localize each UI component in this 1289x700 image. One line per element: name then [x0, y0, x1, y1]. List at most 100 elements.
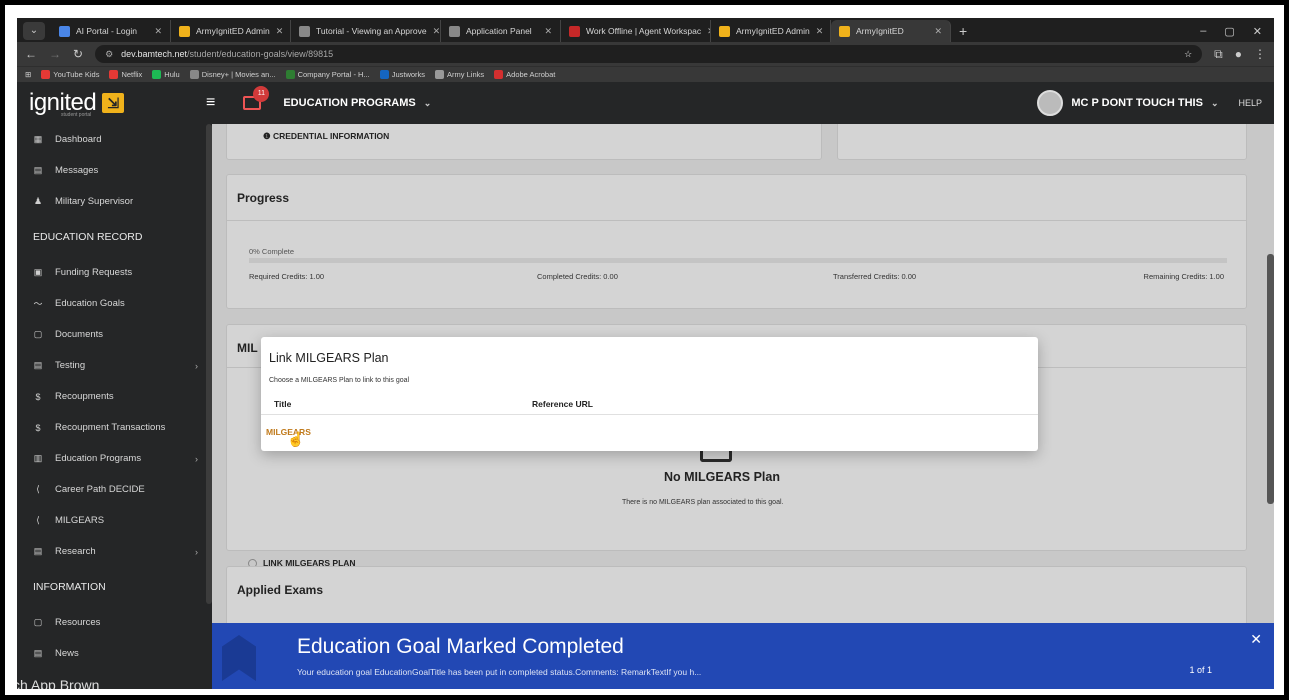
back-icon[interactable]: ←	[25, 47, 37, 61]
bookmark-item[interactable]: Army Links	[435, 70, 484, 80]
browser-tab[interactable]: ArmyIgnitED Admin ✕	[711, 20, 831, 42]
sidebar-item-dashboard[interactable]: ▦ Dashboard	[17, 124, 212, 155]
logo-mark-icon: ⇲	[102, 93, 125, 113]
main-scrollbar[interactable]	[1267, 254, 1274, 504]
extensions-icon[interactable]: ⧉	[1214, 47, 1223, 62]
bookmark-item[interactable]: YouTube Kids	[41, 70, 99, 80]
tab-favicon-icon	[839, 25, 850, 37]
progress-title: Progress	[237, 191, 290, 205]
bookmark-label: Hulu	[164, 69, 180, 79]
site-info-icon[interactable]: ⚙	[105, 49, 113, 60]
ignited-logo[interactable]: ignited ⇲ student portal	[17, 89, 192, 118]
sidebar-item-testing[interactable]: ▤ Testing ›	[17, 350, 212, 381]
tab-close-icon[interactable]: ✕	[544, 26, 552, 37]
education-programs-dropdown[interactable]: EDUCATION PROGRAMS ⌄	[283, 97, 431, 109]
tab-label: ArmyIgnitED	[856, 26, 904, 36]
sidebar-item-label: Education Goals	[55, 298, 125, 309]
chevron-down-icon: ⌄	[1210, 97, 1219, 108]
browser-toolbar: ← → ↻ ⚙ dev.bamtech.net/student/educatio…	[17, 42, 1274, 66]
credential-info-heading[interactable]: ❶ CREDENTIAL INFORMATION	[263, 131, 389, 142]
browser-tab[interactable]: Application Panel ✕	[441, 20, 561, 42]
credential-card: ❶ CREDENTIAL INFORMATION	[226, 124, 822, 160]
profile-icon[interactable]: ●	[1235, 47, 1242, 61]
sidebar-item-label: Recoupment Transactions	[55, 422, 166, 433]
help-link[interactable]: HELP	[1238, 98, 1262, 108]
url-path: /student/education-goals/view/89815	[187, 49, 334, 59]
sidebar-item-label: Education Programs	[55, 453, 142, 464]
tab-favicon-icon	[299, 25, 310, 37]
minimize-icon[interactable]: –	[1200, 25, 1206, 38]
hand-cursor-icon: ☝	[287, 431, 305, 447]
sidebar-item-recoupments[interactable]: $ Recoupments	[17, 381, 212, 412]
programs-icon: ▥	[33, 453, 43, 463]
tab-close-icon[interactable]: ✕	[934, 26, 942, 37]
bookmark-favicon-icon	[41, 70, 51, 80]
browser-tab[interactable]: Tutorial - Viewing an Approve ✕	[291, 20, 441, 42]
toast-title: Education Goal Marked Completed	[297, 635, 624, 658]
logo-subtitle: student portal	[61, 112, 92, 118]
browser-tab[interactable]: ArmyIgnitED ✕	[831, 20, 951, 42]
bookmark-item[interactable]: Hulu	[152, 69, 180, 80]
sidebar-item-resources[interactable]: ▢ Resources	[17, 607, 212, 638]
tab-label: ArmyIgnitED Admin	[736, 26, 810, 36]
career-icon: ⟨	[36, 484, 40, 494]
close-window-icon[interactable]: ✕	[1253, 25, 1262, 38]
sidebar-item-label: Dashboard	[55, 134, 102, 145]
browser-menu-icon[interactable]: ⋮	[1254, 47, 1266, 61]
sidebar-item-label: Military Supervisor	[55, 196, 134, 207]
sidebar-item-recoupment-transactions[interactable]: $ Recoupment Transactions	[17, 412, 212, 443]
user-menu[interactable]: MC P DONT TOUCH THIS ⌄ HELP	[1037, 90, 1274, 116]
bookmark-item[interactable]: Disney+ | Movies an...	[189, 70, 276, 80]
browser-tab[interactable]: AI Portal - Login ✕	[51, 20, 171, 42]
sidebar-item-label: Messages	[55, 165, 99, 176]
sidebar-item-career-path-decide[interactable]: ⟨ Career Path DECIDE	[17, 474, 212, 505]
bookmarks-bar: ⊞ YouTube Kids Netflix Hulu Disney+ | Movie…	[17, 66, 1274, 82]
screenshot-frame: ⌄ AI Portal - Login ✕ ArmyIgnitED Admin ✕ Tu…	[5, 5, 1284, 695]
reload-icon[interactable]: ↻	[73, 47, 83, 61]
bookmark-item[interactable]: Adobe Acrobat	[494, 70, 555, 80]
mail-count-badge: 11	[253, 86, 270, 102]
notification-toast: Education Goal Marked Completed Your edu…	[212, 623, 1274, 689]
forward-icon[interactable]: →	[49, 47, 61, 61]
hamburger-menu-icon[interactable]: ≡	[206, 94, 215, 112]
bookmark-label: Company Portal - H...	[297, 69, 370, 79]
sidebar-item-milgears[interactable]: ⟨ MILGEARS	[17, 505, 212, 536]
bookmark-item[interactable]: Justworks	[379, 70, 425, 80]
tab-close-icon[interactable]: ✕	[816, 26, 824, 37]
tab-close-icon[interactable]: ✕	[433, 26, 440, 37]
messages-icon: ▤	[33, 165, 43, 175]
bookmark-item[interactable]: Company Portal - H...	[285, 69, 370, 80]
address-bar[interactable]: ⚙ dev.bamtech.net/student/education-goal…	[95, 45, 1203, 63]
bookmark-star-icon[interactable]: ☆	[1184, 49, 1192, 60]
sidebar-item-news[interactable]: ▤ News	[17, 638, 212, 669]
tab-close-icon[interactable]: ✕	[154, 26, 162, 37]
sidebar-item-funding-requests[interactable]: ▣ Funding Requests	[17, 257, 212, 288]
apps-icon[interactable]: ⊞	[25, 70, 31, 79]
sidebar-item-education-goals[interactable]: 〜 Education Goals	[17, 288, 212, 319]
restore-icon[interactable]: ▢	[1224, 25, 1234, 38]
progress-bar	[249, 258, 1227, 263]
sidebar-item-military-supervisor[interactable]: ♟ Military Supervisor	[17, 186, 212, 217]
sidebar-item-education-programs[interactable]: ▥ Education Programs ›	[17, 443, 212, 474]
bookmark-item[interactable]: Netflix	[109, 70, 142, 80]
sidebar-item-messages[interactable]: ▤ Messages	[17, 155, 212, 186]
mail-icon[interactable]: 11	[243, 86, 270, 110]
tab-close-icon[interactable]: ✕	[276, 26, 284, 37]
supervisor-icon: ♟	[33, 196, 43, 206]
divider	[227, 220, 1246, 221]
browser-tab[interactable]: Work Offline | Agent Workspac✕	[561, 20, 711, 42]
browser-tab[interactable]: ArmyIgnitED Admin ✕	[171, 20, 291, 42]
tab-label: AI Portal - Login	[76, 26, 137, 36]
close-icon[interactable]: ✕	[1250, 631, 1262, 648]
remaining-credits: Remaining Credits: 1.00	[1143, 272, 1224, 281]
side-card	[837, 124, 1247, 160]
no-milgears-text: There is no MILGEARS plan associated to …	[622, 499, 784, 506]
sidebar-item-documents[interactable]: ▢ Documents	[17, 319, 212, 350]
section-label: EDUCATION PROGRAMS	[283, 97, 416, 109]
dollar-icon: $	[35, 422, 41, 433]
sidebar-item-research[interactable]: ▤ Research ›	[17, 536, 212, 567]
tab-search-button[interactable]: ⌄	[23, 22, 45, 40]
milgears-icon: ⟨	[36, 515, 40, 525]
bookmark-label: Adobe Acrobat	[506, 69, 556, 79]
new-tab-button[interactable]: +	[951, 20, 975, 42]
